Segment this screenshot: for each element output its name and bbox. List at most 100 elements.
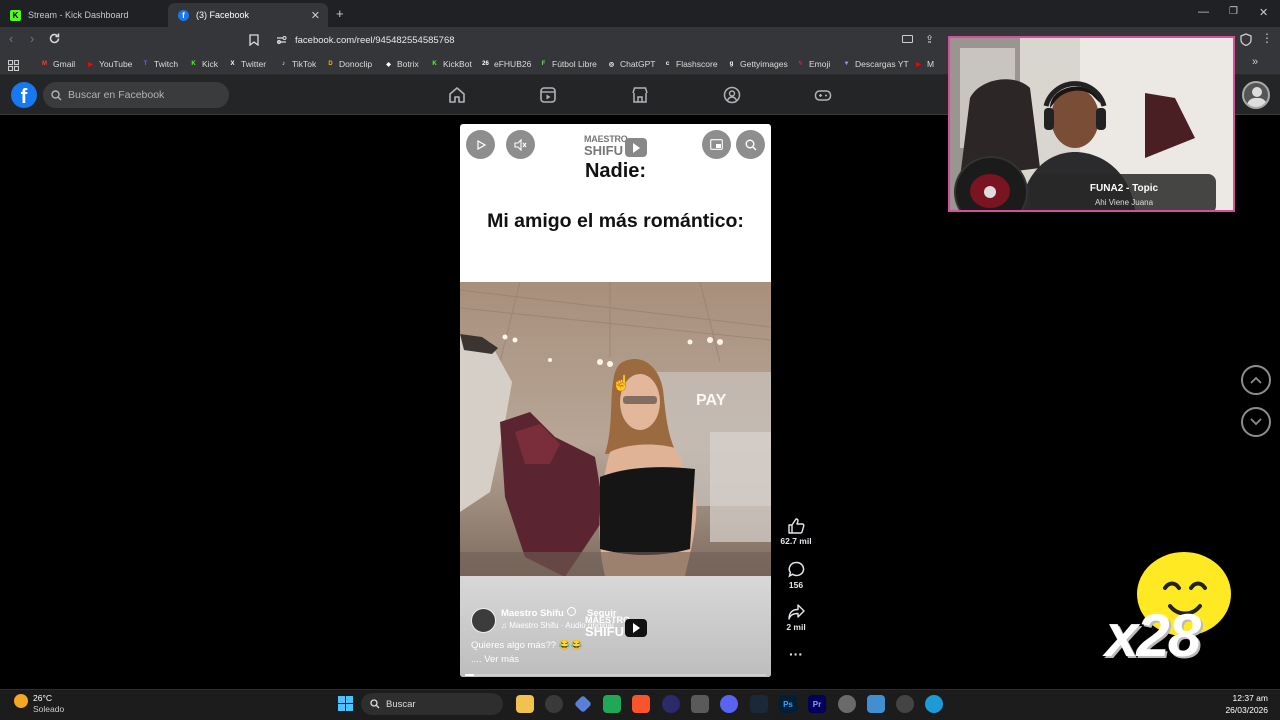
video-progress-bar[interactable] <box>465 674 766 676</box>
windows-start-icon[interactable] <box>338 696 353 716</box>
bookmark-youtube[interactable]: ▶ YouTube <box>86 57 132 71</box>
bookmark-favicon-icon: X <box>230 61 235 67</box>
clock-date[interactable]: 26/03/2026 <box>1210 705 1268 715</box>
next-reel-button[interactable] <box>1241 407 1271 437</box>
more-options-icon[interactable]: ··· <box>779 646 813 662</box>
reload-icon[interactable] <box>48 32 61 50</box>
search-icon <box>370 699 380 709</box>
see-more-link[interactable]: .... Ver más <box>471 654 519 665</box>
bookmark-favicon-icon: ◎ <box>608 61 615 68</box>
restore-window-button[interactable]: ❐ <box>1229 6 1238 17</box>
tab-label: Stream - Kick Dashboard <box>28 10 129 20</box>
facebook-logo[interactable]: f <box>11 82 37 108</box>
bookmark-favicon-icon: F <box>541 61 546 67</box>
weather-temperature[interactable]: 26°C <box>33 693 52 703</box>
tab-facebook[interactable]: f (3) Facebook ✕ <box>168 3 328 27</box>
weather-condition[interactable]: Soleado <box>33 704 64 714</box>
mute-icon[interactable] <box>506 130 535 159</box>
address-url: facebook.com/reel/945482554585768 <box>295 34 455 46</box>
video-icon[interactable] <box>538 85 558 105</box>
bookmark-tiktok[interactable]: ♪ TikTok <box>279 57 316 71</box>
forward-icon[interactable]: › <box>30 31 34 46</box>
calculator-icon[interactable] <box>691 695 709 713</box>
reel-info-panel: Maestro Shifu Seguir ♫ Maestro Shifu · A… <box>460 576 771 677</box>
cast-icon[interactable] <box>902 35 913 43</box>
more-bookmarks-icon[interactable]: » <box>1252 56 1258 68</box>
facebook-search-input[interactable]: Buscar en Facebook <box>43 82 229 108</box>
shield-icon[interactable] <box>1240 33 1252 51</box>
taskbar-search-input[interactable]: Buscar <box>361 693 503 715</box>
bookmark-flashscore[interactable]: c Flashscore <box>663 57 718 71</box>
bookmark-label: Botrix <box>397 59 419 69</box>
back-icon[interactable]: ‹ <box>9 31 13 46</box>
multiplier-text: x28 <box>1105 602 1201 669</box>
notepad-icon[interactable] <box>867 695 885 713</box>
marketplace-icon[interactable] <box>630 85 650 105</box>
site-info-icon[interactable] <box>276 35 287 48</box>
bookmark-chatgpt[interactable]: ◎ ChatGPT <box>607 57 656 71</box>
like-button[interactable]: 62.7 mil <box>779 518 813 546</box>
bookmark-kick[interactable]: K Kick <box>189 57 218 71</box>
reel-video-player[interactable]: MAESTRO SHIFU Nadie: Mi amigo el más rom… <box>460 124 771 677</box>
like-icon <box>787 518 804 534</box>
play-icon[interactable] <box>466 130 495 159</box>
comment-button[interactable]: 156 <box>779 561 813 590</box>
file-explorer-icon[interactable] <box>516 695 534 713</box>
apps-grid-icon[interactable] <box>7 58 20 76</box>
zoom-search-icon[interactable] <box>736 130 765 159</box>
bookmark-efhub26[interactable]: 26 eFHUB26 <box>481 57 531 71</box>
bookmark-f-tbol-libre[interactable]: F Fútbol Libre <box>539 57 597 71</box>
bookmark-donoclip[interactable]: D Donoclip <box>326 57 372 71</box>
reel-top-text: Nadie: <box>584 160 647 182</box>
bookmark-descargas-yt[interactable]: ▼ Descargas YT <box>842 57 909 71</box>
clock-time[interactable]: 12:37 am <box>1210 693 1268 703</box>
brave-icon[interactable] <box>632 695 650 713</box>
bookmark-label: KickBot <box>443 59 472 69</box>
groups-icon[interactable] <box>722 85 742 105</box>
new-tab-button[interactable]: + <box>336 6 344 21</box>
browser-menu-icon[interactable]: ⋮ <box>1261 32 1273 44</box>
avatar[interactable] <box>1242 81 1270 109</box>
spotify-like-icon[interactable] <box>603 695 621 713</box>
share-page-icon[interactable]: ⇪ <box>925 33 934 46</box>
bookmark-twitch[interactable]: T Twitch <box>141 57 178 71</box>
bookmark-gmail[interactable]: M Gmail <box>40 57 75 71</box>
share-button[interactable]: 2 mil <box>779 604 813 632</box>
picture-in-picture-icon[interactable] <box>702 130 731 159</box>
github-icon[interactable] <box>545 695 563 713</box>
bookmark-favicon-icon: ▶ <box>916 61 921 68</box>
discord-icon[interactable] <box>720 695 738 713</box>
bookmark-kickbot[interactable]: K KickBot <box>430 57 472 71</box>
bookmark-twitter[interactable]: X Twitter <box>228 57 266 71</box>
play-badge-icon <box>625 138 647 157</box>
previous-reel-button[interactable] <box>1241 365 1271 395</box>
bookmark-gettyimages[interactable]: g Gettyimages <box>727 57 788 71</box>
minimize-window-button[interactable]: — <box>1198 6 1209 18</box>
bookmark-favicon-icon: D <box>328 61 333 67</box>
media-player-icon[interactable] <box>896 695 914 713</box>
home-icon[interactable] <box>447 85 467 105</box>
address-bar[interactable]: facebook.com/reel/945482554585768 <box>270 30 950 50</box>
bookmark-label: eFHUB26 <box>494 59 532 69</box>
media-app-icon[interactable] <box>662 695 680 713</box>
photoshop-icon[interactable]: Ps <box>779 695 797 713</box>
author-name[interactable]: Maestro Shifu <box>501 608 564 619</box>
sun-weather-icon[interactable] <box>14 694 28 708</box>
bookmark-mix-n[interactable]: ▶ Mix N <box>914 57 934 71</box>
verified-icon <box>567 607 576 616</box>
steam-icon[interactable] <box>750 695 768 713</box>
author-avatar[interactable] <box>471 608 496 633</box>
premiere-icon[interactable]: Pr <box>808 695 826 713</box>
chevron-down-icon <box>1250 418 1262 426</box>
bookmark-emoji[interactable]: ϟ Emoji <box>796 57 830 71</box>
bookmark-botrix[interactable]: ◆ Botrix <box>384 57 419 71</box>
close-tab-icon[interactable]: ✕ <box>311 9 320 22</box>
tab-kick-dashboard[interactable]: K Stream - Kick Dashboard <box>0 3 168 27</box>
bookmark-page-icon[interactable] <box>249 33 259 51</box>
bookmark-label: TikTok <box>292 59 317 69</box>
edge-icon[interactable] <box>925 695 943 713</box>
gaming-icon[interactable] <box>813 85 833 105</box>
bookmark-label: Gmail <box>53 59 76 69</box>
settings-gear-icon[interactable] <box>838 695 856 713</box>
close-window-button[interactable]: ✕ <box>1259 6 1268 19</box>
